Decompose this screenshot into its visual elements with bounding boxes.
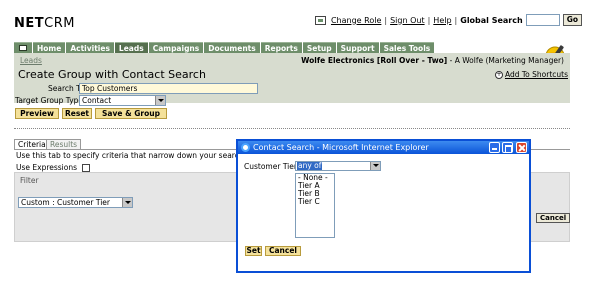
help-link[interactable]: Help [433, 16, 451, 25]
chevron-down-icon [155, 96, 165, 105]
maximize-icon[interactable] [502, 142, 513, 153]
chevron-down-icon [370, 162, 380, 170]
main-nav: Home Activities Leads Campaigns Documents Rep… [14, 42, 435, 53]
tab-results[interactable]: Results [46, 139, 82, 149]
dialog-title-bar[interactable]: Contact Search - Microsoft Internet Expl… [238, 141, 529, 154]
global-search-input[interactable] [525, 14, 560, 26]
link-separator: | [427, 15, 431, 25]
nav-tab-sales-tools[interactable]: Sales Tools [379, 42, 435, 53]
nav-tab-documents[interactable]: Documents [204, 42, 260, 53]
filter-cancel-button[interactable]: Cancel [536, 213, 571, 223]
tab-results-label: Results [50, 140, 78, 149]
plus-icon: + [494, 70, 503, 79]
sign-out-link[interactable]: Sign Out [390, 16, 425, 25]
set-button[interactable]: Set [245, 246, 262, 256]
top-links: Change Role | Sign Out | Help | Global S… [314, 14, 582, 26]
tab-criteria[interactable]: Criteria [14, 139, 50, 149]
company-name: Wolfe Electronics [Roll Over - Two] [301, 56, 448, 65]
reset-button[interactable]: Reset [62, 108, 92, 119]
nav-tab-activities[interactable]: Activities [66, 42, 114, 53]
divider [14, 128, 570, 129]
use-expressions-label: Use Expressions [16, 163, 78, 172]
nav-tab-reports[interactable]: Reports [260, 42, 302, 53]
company-info: Wolfe Electronics [Roll Over - Two] - A … [301, 56, 564, 65]
operator-select[interactable]: any of [295, 161, 381, 171]
link-separator: | [384, 15, 388, 25]
go-button[interactable]: Go [562, 14, 582, 26]
breadcrumb[interactable]: Leads [20, 56, 42, 65]
minimize-icon[interactable] [489, 142, 500, 153]
nav-tab-home[interactable]: Home [33, 42, 66, 53]
use-expressions-checkbox[interactable] [82, 163, 91, 172]
use-expressions-row: Use Expressions [16, 163, 91, 172]
nav-tab-campaigns[interactable]: Campaigns [148, 42, 204, 53]
close-icon[interactable] [516, 142, 527, 153]
dialog-title: Contact Search - Microsoft Internet Expl… [253, 143, 429, 152]
change-role-link[interactable]: Change Role [331, 16, 381, 25]
tier-option[interactable]: Tier C [296, 198, 334, 206]
tab-criteria-label: Criteria [18, 140, 46, 149]
save-group-button[interactable]: Save & Group [95, 108, 167, 119]
target-group-value: Contact [82, 96, 112, 105]
ie-icon [241, 143, 250, 152]
nav-tab-setup[interactable]: Setup [302, 42, 336, 53]
nav-menu-icon[interactable] [14, 42, 32, 53]
page-title: Create Group with Contact Search [18, 68, 206, 81]
target-group-label: Target Group Type [15, 96, 84, 105]
user-role: - A Wolfe (Marketing Manager) [447, 56, 564, 65]
add-shortcut-link[interactable]: Add To Shortcuts [505, 70, 568, 79]
target-group-select[interactable]: Contact [79, 95, 166, 106]
filter-select-value: Custom : Customer Tier [21, 198, 110, 207]
add-shortcut[interactable]: + Add To Shortcuts [494, 70, 568, 79]
filter-label: Filter [20, 176, 39, 185]
contact-search-dialog: Contact Search - Microsoft Internet Expl… [236, 139, 531, 273]
criteria-help-text: Use this tab to specify criteria that na… [16, 151, 246, 160]
change-role-icon[interactable] [314, 15, 326, 25]
dialog-cancel-button[interactable]: Cancel [265, 246, 301, 256]
global-search-label: Global Search [460, 15, 523, 25]
nav-tab-support[interactable]: Support [336, 42, 379, 53]
preview-button[interactable]: Preview [15, 108, 59, 119]
nav-tab-leads[interactable]: Leads [114, 42, 148, 53]
chevron-down-icon [122, 198, 132, 207]
customer-tier-label: Customer Tier [244, 162, 297, 171]
app-logo: NETCRM [14, 16, 75, 31]
link-separator: | [454, 15, 458, 25]
filter-select[interactable]: Custom : Customer Tier [18, 197, 133, 208]
tier-listbox[interactable]: - None - Tier A Tier B Tier C [295, 173, 335, 238]
operator-value: any of [297, 161, 323, 170]
search-title-input[interactable]: Top Customers [79, 83, 258, 94]
